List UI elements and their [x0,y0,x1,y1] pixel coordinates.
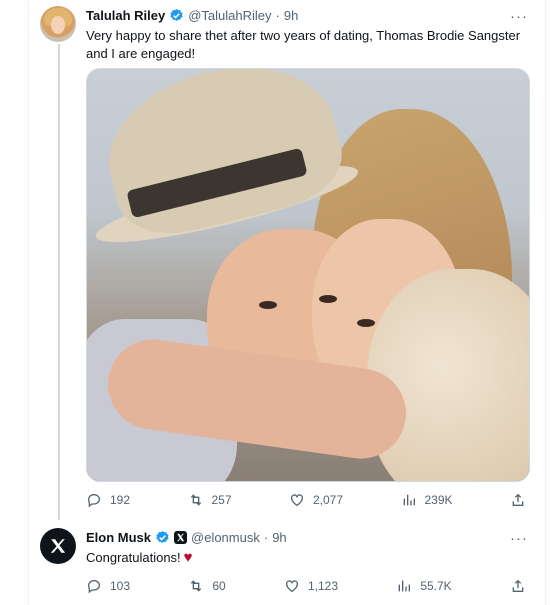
tweet-actions: 192 257 2,077 239K [86,492,526,508]
author-handle[interactable]: @TalulahRiley [188,8,271,23]
reply-text-row: Congratulations! ♥ [86,549,536,567]
repost-button[interactable]: 257 [188,492,232,508]
like-icon [285,580,298,593]
tweet-photo[interactable] [86,68,530,482]
photo-fur-coat [367,269,529,481]
views-icon [403,494,415,506]
views-count: 239K [424,493,453,507]
reply-actions: 103 60 1,123 55.7K [86,578,526,594]
repost-count: 60 [212,579,226,593]
author-name[interactable]: Talulah Riley [86,8,165,23]
verified-badge-icon [170,8,183,21]
reply-header: Elon Musk @elonmusk · 9h [86,530,287,545]
tweet-header: Talulah Riley @TalulahRiley · 9h [86,8,298,23]
reply-count: 192 [110,493,131,507]
more-icon[interactable]: ··· [510,530,528,547]
reply-button[interactable]: 192 [86,492,130,508]
avatar-face [51,16,65,34]
like-button[interactable]: 1,123 [284,578,338,594]
repost-icon [191,580,202,592]
like-button[interactable]: 2,077 [289,492,343,508]
affiliate-x-logo-icon [174,531,188,544]
separator-dot: · [263,530,269,545]
views-button[interactable]: 239K [401,492,453,508]
photo-eye [357,319,375,327]
avatar-elon-musk[interactable] [40,528,76,564]
reply-button[interactable]: 103 [86,578,130,594]
like-count: 1,123 [307,579,339,593]
reply-count: 103 [110,579,131,593]
repost-button[interactable]: 60 [188,578,226,594]
reply-timestamp[interactable]: 9h [272,530,286,545]
views-count: 55.7K [420,579,452,593]
repost-icon [190,494,201,506]
views-icon [398,580,411,592]
repost-count: 257 [211,493,232,507]
photo-eye [259,301,277,309]
reply-author-name[interactable]: Elon Musk [86,530,151,545]
share-icon [512,493,524,506]
share-button[interactable] [510,492,526,508]
more-icon[interactable]: ··· [510,8,528,25]
views-button[interactable]: 55.7K [396,578,452,594]
like-icon [291,494,303,507]
reply-icon [87,579,101,594]
separator-dot: · [275,8,280,23]
reply-author-handle[interactable]: @elonmusk [191,530,260,545]
share-button[interactable] [510,578,526,594]
reply-text: Congratulations! [86,550,181,565]
timestamp[interactable]: 9h [284,8,298,23]
heart-emoji: ♥ [183,549,193,566]
avatar-talulah-riley[interactable] [40,6,76,42]
tweet-text: Very happy to share thet after two years… [86,28,521,61]
photo-eye [319,295,337,303]
like-count: 2,077 [313,493,344,507]
reply-icon [87,493,101,508]
thread-connector-line [58,44,60,520]
x-logo-icon [50,539,66,553]
verified-badge-icon [156,530,169,543]
photo-hat [92,69,352,247]
share-icon [512,579,524,592]
